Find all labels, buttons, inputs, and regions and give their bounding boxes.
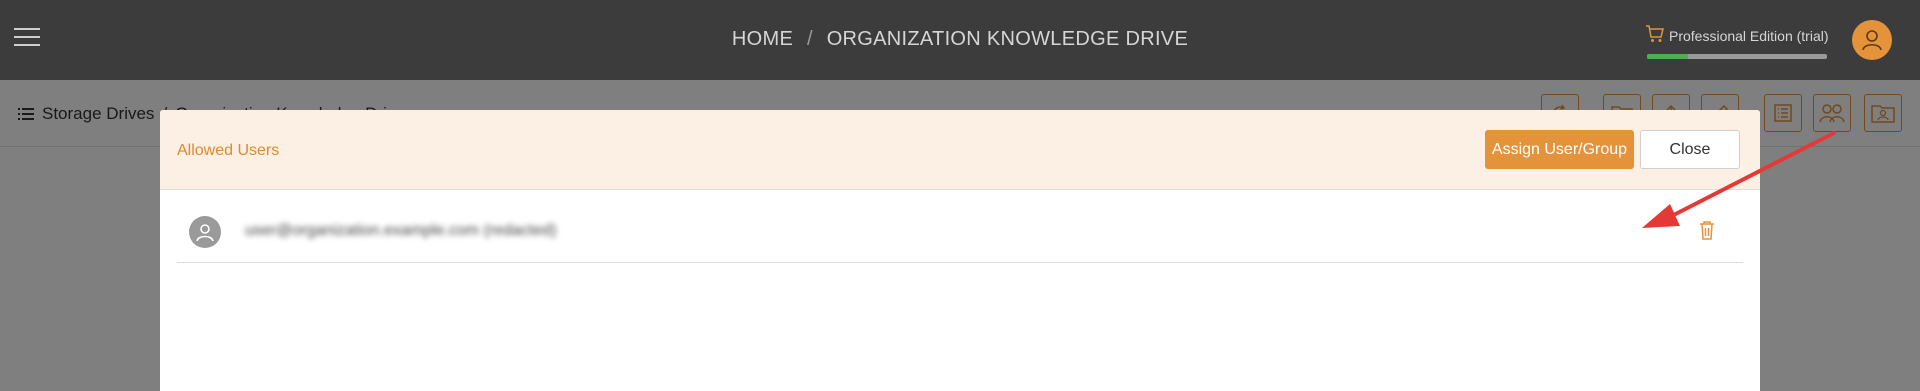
breadcrumb-separator: / (806, 28, 813, 50)
user-name: user@organization.example.com (redacted) (245, 222, 557, 240)
user-avatar-icon (1862, 30, 1882, 51)
user-name-text: user@organization.example.com (redacted) (245, 222, 557, 239)
modal-header: Allowed Users Assign User/Group Close (160, 110, 1760, 190)
user-list-item: user@organization.example.com (redacted) (177, 200, 1743, 263)
trial-progress-bar (1647, 54, 1827, 59)
edition-label: Professional Edition (trial) (1669, 28, 1829, 44)
assign-user-group-button[interactable]: Assign User/Group (1485, 130, 1634, 169)
breadcrumb-home[interactable]: HOME (732, 28, 793, 50)
breadcrumb-current: ORGANIZATION KNOWLEDGE DRIVE (826, 28, 1189, 50)
cart-icon (1646, 25, 1664, 42)
modal-title: Allowed Users (177, 142, 280, 159)
trial-progress-fill (1647, 54, 1689, 59)
page-title: HOME / ORGANIZATION KNOWLEDGE DRIVE (0, 28, 1920, 51)
allowed-users-modal: Allowed Users Assign User/Group Close us… (160, 110, 1760, 391)
user-avatar-button[interactable] (1852, 20, 1892, 60)
trash-icon[interactable] (1699, 220, 1715, 240)
person-icon (189, 216, 221, 248)
close-button[interactable]: Close (1640, 130, 1740, 169)
top-bar: HOME / ORGANIZATION KNOWLEDGE DRIVE Prof… (0, 0, 1920, 80)
